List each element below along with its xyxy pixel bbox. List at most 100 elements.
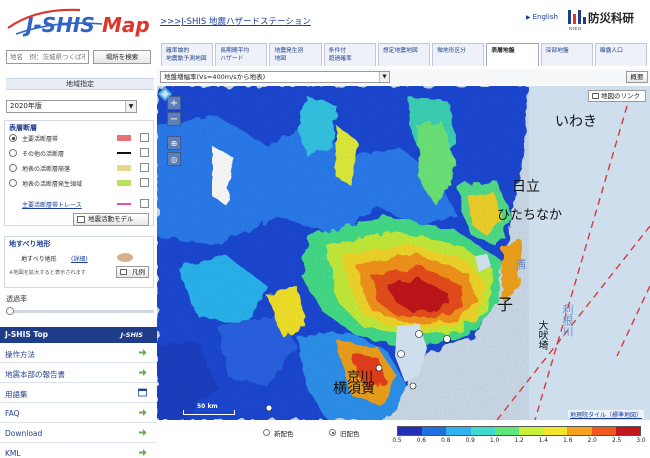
tab[interactable]: 条件付 超過確率 — [323, 43, 376, 66]
arrow-right-icon — [139, 369, 147, 376]
nav-item[interactable]: FAQ — [0, 403, 157, 423]
jshis-top-title: J-SHIS Top — [5, 330, 49, 339]
legend-swatch — [117, 180, 131, 186]
old-color-radio[interactable] — [329, 429, 336, 436]
tab-bar: 確率論的 地震動予測地図 長期間平均 ハザード 地震発生別 地図 条件付 超過確率 想定… — [161, 43, 649, 66]
colorbar-segment — [422, 427, 447, 435]
place-label: 利根川 — [561, 304, 574, 337]
nav-item[interactable]: 用語集 — [0, 383, 157, 403]
colorbar-labels: 0.5 0.6 0.8 0.9 1.0 1.2 1.4 1.6 2.0 2.5 3.0 — [392, 438, 645, 447]
tab[interactable]: 表層地盤 — [486, 43, 539, 66]
place-label: 大吠埼 — [536, 320, 547, 350]
fault-radio[interactable] — [9, 149, 17, 157]
colorbar-segment — [519, 427, 544, 435]
legend-swatch — [117, 165, 131, 171]
map-link-button[interactable]: 地図のリンク — [588, 90, 646, 102]
tab[interactable]: 地震発生別 地図 — [269, 43, 322, 66]
place-label: ひたちなか — [497, 208, 563, 223]
nav-item[interactable]: 操作方法 — [0, 343, 157, 363]
place-label: 日立 — [512, 179, 540, 195]
zoom-out-button[interactable]: − — [167, 112, 181, 126]
tab[interactable]: 深部地盤 — [540, 43, 593, 66]
map-toolbar: 地盤増幅率(Vs=400m/sから地表) ▼ 概要 — [157, 69, 650, 85]
opacity-label: 透過率 — [6, 295, 27, 303]
attribution-link[interactable]: 地理院タイル（標準地図） — [567, 410, 644, 419]
tab[interactable]: 確率論的 地震動予測地図 — [161, 43, 214, 66]
header: J-SHIS Map >>>J-SHIS 地震ハザードステーション ▶ Engli… — [0, 0, 650, 40]
layer-select[interactable]: 地盤増幅率(Vs=400m/sから地表) ▼ — [160, 71, 390, 83]
fault-panel: 表層断層 主要活断層帯 その他の活断層 地表の活断層崩落 地表の活断層発生領域 主要活… — [4, 120, 154, 226]
colorbar-tick-label: 2.0 — [587, 438, 597, 444]
legend-swatch — [117, 135, 131, 141]
fault-trace-link[interactable]: 主要活断層帯トレース — [22, 200, 82, 209]
nav-item-label: 操作方法 — [5, 350, 35, 359]
layers-icon[interactable] — [157, 86, 173, 102]
place-label: 京川 — [347, 370, 374, 385]
place-search-button[interactable]: 場所を検索 — [93, 50, 151, 64]
tab[interactable]: 想定地震地図 — [377, 43, 431, 66]
jshis-station-link[interactable]: >>>J-SHIS 地震ハザードステーション — [160, 15, 311, 27]
tab[interactable]: 微地形区分 — [432, 43, 485, 66]
locate-icon[interactable]: ◎ — [167, 152, 181, 166]
opacity-slider[interactable] — [6, 307, 154, 315]
colorbar-segment — [567, 427, 592, 435]
legend-swatch — [117, 203, 131, 205]
jshis-mini-logo: J-SHIS — [120, 331, 143, 339]
slider-track — [6, 310, 154, 313]
colorbar — [397, 426, 641, 436]
nav-item[interactable]: Download — [0, 423, 157, 443]
fault-row-label: その他の活断層 — [22, 151, 65, 158]
jshis-top-bar[interactable]: J-SHIS Top J-SHIS — [0, 327, 157, 343]
landslide-label: 地すべり地形 — [21, 256, 57, 263]
colorbar-tick-label: 1.4 — [538, 438, 549, 444]
fault-radio[interactable] — [9, 134, 17, 142]
legend-button[interactable]: 凡例 — [116, 266, 149, 278]
english-link[interactable]: ▶ English — [526, 13, 558, 21]
fault-panel-title: 表層断層 — [9, 124, 37, 132]
fault-model-button[interactable]: 地震活動モデル — [73, 213, 149, 226]
fault-trace-checkbox[interactable] — [140, 199, 149, 208]
colorbar-segment — [398, 427, 423, 435]
map-link-label: 地図のリンク — [601, 92, 640, 100]
nav-item-label: FAQ — [5, 409, 20, 418]
nav-item-label: Download — [5, 429, 43, 438]
map-view[interactable]: + − ⊕ ◎ 地図のリンク いわき 日立 ひたちなか浦子利根川 大吠埼 横須賀 京川 5… — [157, 86, 650, 420]
place-label: 浦 — [515, 258, 526, 271]
nav-item[interactable]: KML — [0, 443, 157, 458]
fault-checkbox[interactable] — [140, 148, 149, 157]
place-search-input[interactable] — [6, 50, 89, 64]
new-color-radio[interactable] — [263, 429, 270, 436]
nav-item[interactable]: 地震本部の報告書 — [0, 363, 157, 383]
tab[interactable]: 曝露人口 — [594, 43, 647, 66]
fault-checkbox[interactable] — [140, 163, 149, 172]
landslide-detail-link[interactable]: (詳細) — [71, 254, 88, 263]
colorbar-segment — [494, 427, 520, 435]
pan-icon[interactable]: ⊕ — [167, 136, 181, 150]
slider-thumb[interactable] — [6, 307, 14, 315]
colorbar-segment — [543, 427, 568, 435]
legend-button-label: 凡例 — [132, 268, 145, 276]
org-name: 防災科研 — [588, 11, 634, 25]
colorbar-segment — [615, 427, 641, 435]
fault-radio[interactable] — [9, 179, 17, 187]
nav-item-label: 地震本部の報告書 — [5, 370, 65, 379]
fault-row-label: 主要活断層帯 — [22, 136, 59, 143]
svg-text:J-SHIS: J-SHIS — [22, 13, 95, 37]
year-select-value: 2020年版 — [10, 102, 42, 110]
texture — [157, 86, 529, 420]
left-panel: 場所を検索 地域指定 2020年版 ▼ 表層断層 主要活断層帯その他の活断層地表… — [0, 44, 157, 458]
fault-radio[interactable] — [9, 164, 17, 172]
fault-model-label: 地震活動モデル — [88, 215, 134, 223]
fault-checkbox[interactable] — [140, 133, 149, 142]
tab[interactable]: 長期間平均 ハザード — [215, 43, 268, 66]
jshis-map-logo[interactable]: J-SHIS Map — [6, 4, 154, 38]
fault-checkbox[interactable] — [140, 178, 149, 187]
amplification-map — [157, 86, 650, 420]
window-icon — [138, 388, 147, 397]
summary-button[interactable]: 概要 — [626, 71, 648, 83]
scale-label: 50 km — [197, 403, 218, 410]
year-select[interactable]: 2020年版 ▼ — [6, 100, 137, 113]
arrow-right-icon — [139, 449, 147, 456]
place-label: 子 — [497, 295, 514, 314]
landslide-panel: 地すべり地形 地すべり地形 (詳細) ※地図を拡大すると表示されます 凡例 — [4, 236, 154, 288]
